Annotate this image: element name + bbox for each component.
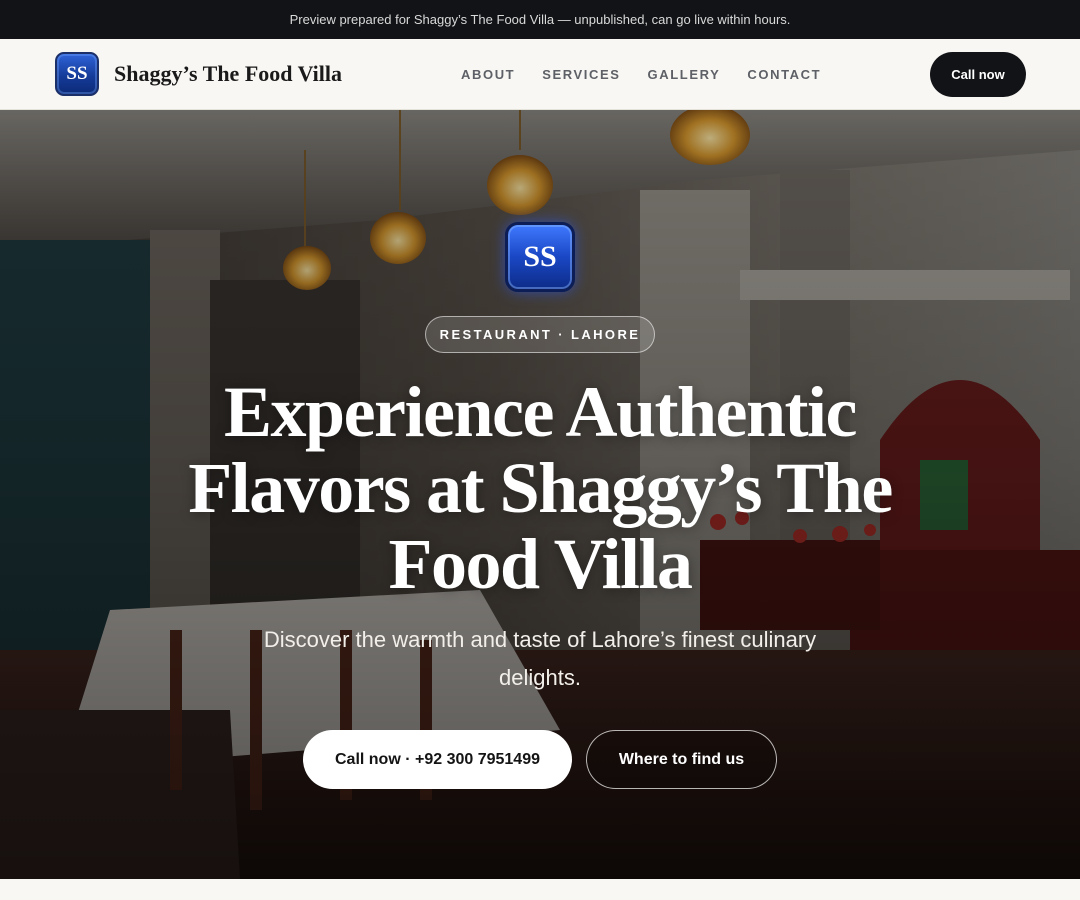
- nav-item-gallery[interactable]: GALLERY: [648, 67, 721, 82]
- site-header: SS Shaggy’s The Food Villa ABOUT SERVICE…: [0, 39, 1080, 110]
- hero-headline: Experience Authentic Flavors at Shaggy’s…: [188, 372, 893, 604]
- hero-tag: RESTAURANT · LAHORE: [425, 316, 655, 353]
- call-now-button[interactable]: Call now: [930, 52, 1026, 97]
- hero: SS RESTAURANT · LAHORE Experience Authen…: [0, 110, 1080, 879]
- announcement-text: Preview prepared for Shaggy’s The Food V…: [289, 12, 791, 27]
- brand-logo: SS: [55, 52, 99, 96]
- next-section-edge: [0, 879, 1080, 900]
- nav-item-about[interactable]: ABOUT: [461, 67, 515, 82]
- nav-item-contact[interactable]: CONTACT: [747, 67, 821, 82]
- brand-name: Shaggy’s The Food Villa: [114, 61, 343, 86]
- announcement-bar: Preview prepared for Shaggy’s The Food V…: [0, 0, 1080, 39]
- brand-logo-initials: SS: [66, 63, 88, 84]
- hero-subheadline: Discover the warmth and taste of Lahore’…: [263, 627, 817, 690]
- main-nav: ABOUT SERVICES GALLERY CONTACT: [461, 39, 848, 109]
- where-to-find-us-button[interactable]: Where to find us: [586, 730, 777, 789]
- nav-item-services[interactable]: SERVICES: [542, 67, 620, 82]
- brand[interactable]: SS Shaggy’s The Food Villa: [55, 52, 342, 96]
- hero-content: SS RESTAURANT · LAHORE Experience Authen…: [0, 110, 1080, 879]
- hero-logo-initials: SS: [523, 240, 557, 273]
- call-phone-button[interactable]: Call now · +92 300 7951499: [303, 730, 572, 789]
- hero-logo: SS: [505, 222, 575, 292]
